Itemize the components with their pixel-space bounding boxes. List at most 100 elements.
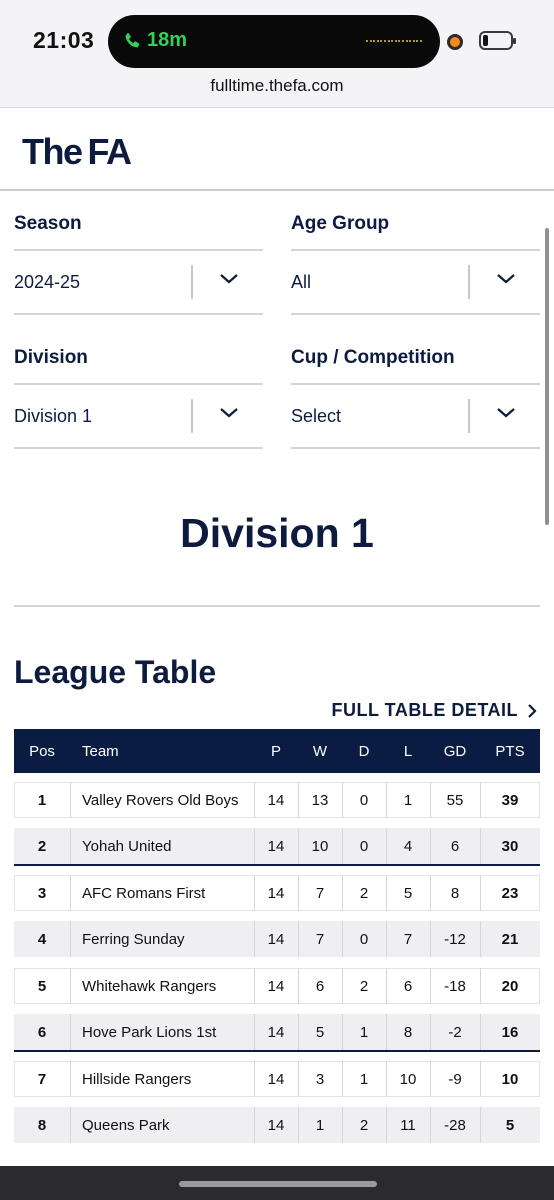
select-divider: [468, 265, 470, 299]
cell-w: 10: [311, 837, 329, 855]
cell-l: 8: [403, 1023, 413, 1041]
chevron-down-icon: [497, 408, 515, 418]
cell-separator: [70, 921, 71, 957]
cell-l: 1: [403, 791, 413, 809]
season-value: 2024-25: [14, 272, 81, 292]
col-header-gd[interactable]: GD: [430, 729, 480, 773]
table-row[interactable]: 8 Queens Park 14 1 2 11 -28 5: [14, 1107, 540, 1143]
chevron-right-icon: [528, 703, 537, 718]
cell-pos: 8: [37, 1116, 47, 1134]
cell-separator: [70, 968, 71, 1004]
cell-team[interactable]: Yohah United: [82, 828, 252, 864]
home-indicator[interactable]: [179, 1181, 377, 1187]
cell-pts: 21: [501, 930, 519, 948]
cell-pos: 7: [37, 1070, 47, 1088]
cell-w: 1: [315, 1116, 325, 1134]
cell-w: 7: [315, 930, 325, 948]
cell-pts: 23: [501, 884, 519, 902]
cup-competition-select[interactable]: Select: [291, 383, 540, 449]
call-duration: 18m: [147, 29, 188, 51]
cell-team[interactable]: AFC Romans First: [82, 875, 252, 911]
chevron-down-icon: [497, 274, 515, 284]
cell-team[interactable]: Hillside Rangers: [82, 1061, 252, 1097]
cell-p: 14: [267, 930, 285, 948]
season-select[interactable]: 2024-25: [14, 249, 263, 315]
cell-l: 4: [403, 837, 413, 855]
table-row[interactable]: 5 Whitehawk Rangers 14 6 2 6 -18 20: [14, 968, 540, 1004]
cell-pos: 1: [37, 791, 47, 809]
table-row[interactable]: 2 Yohah United 14 10 0 4 6 30: [14, 828, 540, 864]
chevron-down-icon: [220, 408, 238, 418]
cup-competition-value: Select: [291, 406, 342, 426]
table-row[interactable]: 4 Ferring Sunday 14 7 0 7 -12 21: [14, 921, 540, 957]
site-header: The FA: [0, 108, 554, 191]
division-label: Division: [14, 347, 88, 368]
cell-separator: [70, 782, 71, 818]
cell-pts: 20: [501, 977, 519, 995]
address-bar-url[interactable]: fulltime.thefa.com: [0, 76, 554, 96]
division-title: Division 1: [180, 510, 374, 556]
cell-gd: 55: [446, 791, 464, 809]
the-fa-logo[interactable]: The FA: [22, 131, 132, 173]
mic-indicator-icon: [447, 34, 463, 50]
cell-w: 5: [315, 1023, 325, 1041]
cell-l: 5: [403, 884, 413, 902]
cell-pos: 5: [37, 977, 47, 995]
table-row[interactable]: 1 Valley Rovers Old Boys 14 13 0 1 55 39: [14, 782, 540, 818]
cell-team[interactable]: Ferring Sunday: [82, 921, 252, 957]
cell-separator: [70, 1014, 71, 1050]
scrollbar[interactable]: [545, 228, 549, 525]
table-row[interactable]: 3 AFC Romans First 14 7 2 5 8 23: [14, 875, 540, 911]
col-header-p[interactable]: P: [254, 729, 298, 773]
select-divider: [191, 399, 193, 433]
age-group-select[interactable]: All: [291, 249, 540, 315]
cell-d: 0: [359, 837, 369, 855]
section-divider: [14, 605, 540, 607]
promotion-zone-line: [14, 864, 540, 866]
cell-p: 14: [267, 1116, 285, 1134]
cell-l: 6: [403, 977, 413, 995]
cell-d: 1: [359, 1070, 369, 1088]
full-table-detail-link[interactable]: FULL TABLE DETAIL: [332, 700, 538, 721]
status-time: 21:03: [33, 27, 95, 53]
cell-team[interactable]: Queens Park: [82, 1107, 252, 1143]
col-header-w[interactable]: W: [298, 729, 342, 773]
cell-pos: 4: [37, 930, 47, 948]
col-header-l[interactable]: L: [386, 729, 430, 773]
cell-team[interactable]: Hove Park Lions 1st: [82, 1014, 252, 1050]
cell-separator: [70, 1107, 71, 1143]
cell-pos: 2: [37, 837, 47, 855]
col-header-pos[interactable]: Pos: [14, 729, 70, 773]
col-header-pts[interactable]: PTS: [480, 729, 540, 773]
cell-gd: 8: [450, 884, 460, 902]
cell-pts: 10: [501, 1070, 519, 1088]
cell-p: 14: [267, 977, 285, 995]
relegation-zone-line: [14, 1050, 540, 1052]
cell-pts: 30: [501, 837, 519, 855]
select-divider: [191, 265, 193, 299]
col-header-d[interactable]: D: [342, 729, 386, 773]
table-row[interactable]: 6 Hove Park Lions 1st 14 5 1 8 -2 16: [14, 1014, 540, 1050]
cell-pos: 6: [37, 1023, 47, 1041]
cup-competition-label: Cup / Competition: [291, 347, 455, 368]
cell-separator: [70, 1061, 71, 1097]
cell-team[interactable]: Valley Rovers Old Boys: [82, 782, 252, 818]
col-header-team[interactable]: Team: [82, 729, 252, 773]
full-table-detail-label: FULL TABLE DETAIL: [331, 700, 518, 720]
cell-gd: 6: [450, 837, 460, 855]
cell-w: 7: [315, 884, 325, 902]
audio-waveform-icon: [366, 37, 422, 45]
league-table-title: League Table: [14, 654, 217, 690]
cell-d: 2: [359, 977, 369, 995]
age-group-label: Age Group: [291, 213, 390, 234]
cell-w: 13: [311, 791, 329, 809]
cell-gd: -28: [444, 1116, 466, 1134]
cell-gd: -2: [448, 1023, 462, 1041]
table-row[interactable]: 7 Hillside Rangers 14 3 1 10 -9 10: [14, 1061, 540, 1097]
cell-p: 14: [267, 791, 285, 809]
select-divider: [468, 399, 470, 433]
division-select[interactable]: Division 1: [14, 383, 263, 449]
cell-gd: -18: [444, 977, 466, 995]
age-group-value: All: [291, 272, 312, 292]
cell-team[interactable]: Whitehawk Rangers: [82, 968, 252, 1004]
